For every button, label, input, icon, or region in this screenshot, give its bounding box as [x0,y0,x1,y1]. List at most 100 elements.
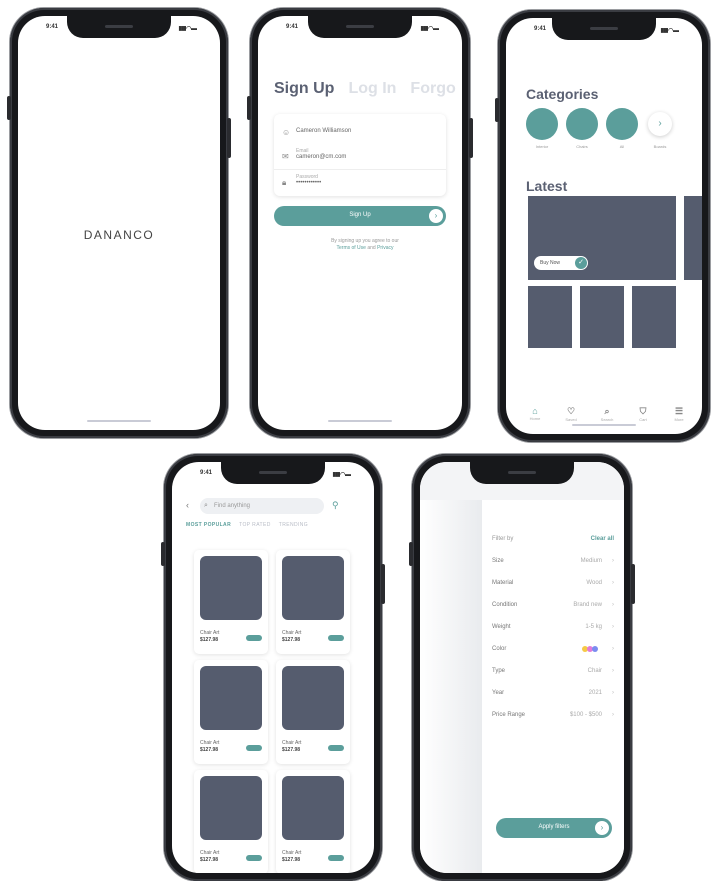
overlay-shade[interactable] [420,500,482,873]
terms-link[interactable]: Terms of Use [337,245,366,251]
nav-label: Saved [565,417,577,422]
filter-value: 1-5 kg [585,624,602,630]
filter-header: Filter by Clear all [492,536,614,542]
nav-home[interactable]: ⌂ Home [520,406,550,421]
add-to-cart-button[interactable] [246,635,262,641]
tab-top-rated[interactable]: TOP RATED [239,522,271,528]
nav-search[interactable]: ⌕ Search [592,406,622,422]
home-indicator [328,420,392,422]
filters-screen: Filter by Clear all Size Medium › Material… [420,462,624,873]
product-image [200,666,262,730]
home-icon: ⌂ [532,406,538,416]
tab-log-in[interactable]: Log In [348,80,396,97]
more-categories-button[interactable]: › [648,112,672,136]
terms-text: By signing up you agree to our Terms of … [288,238,442,252]
name-field[interactable]: ☺ Cameron Williamson [282,124,438,146]
search-icon: ⌕ [204,502,208,509]
category-chairs[interactable] [566,108,598,140]
nav-label: Cart [639,417,647,422]
signup-form-card: ☺ Cameron Williamson ✉ Email cameron@cm.… [274,114,446,196]
add-to-cart-button[interactable] [328,855,344,861]
product-image [282,666,344,730]
filter-row-material[interactable]: Material Wood › [492,580,614,590]
phone-signup: 9:41 ▮▮▮ ◠ ▬ Sign Up Log In Forgo ☺ Camero… [247,8,473,438]
privacy-link[interactable]: Privacy [377,245,393,251]
product-card[interactable]: Chair Art $127.98 [194,770,268,873]
splash-screen: 9:41 ▮▮▮ ◠ ▬ DANANCO [18,16,220,430]
color-swatches [582,646,598,654]
buy-now-chip[interactable]: Buy Now ✓ [534,256,588,270]
product-card[interactable]: Chair Art $127.98 [276,550,350,654]
product-card[interactable]: Chair Art $127.98 [276,770,350,873]
latest-item[interactable] [632,286,676,348]
add-to-cart-button[interactable] [246,745,262,751]
filter-row-condition[interactable]: Condition Brand new › [492,602,614,612]
tab-most-popular[interactable]: MOST POPULAR [186,522,231,528]
featured-banner-next[interactable] [684,196,702,280]
bottom-nav: ⌂ Home ♡ Saved ⌕ Search ⛉ Cart ☰ More [506,406,702,430]
filter-row-color[interactable]: Color › [492,646,614,656]
email-field[interactable]: ✉ Email cameron@cm.com [282,148,438,170]
phone-search: 9:41 ▮▮▮ ◠ ▬ ‹ ⌕ Find anything ⚲ MOST PO… [161,454,385,881]
product-name: Chair Art [200,630,220,636]
swatch-blue [592,646,598,652]
category-label: Interior [535,144,549,149]
phone-filters: Filter by Clear all Size Medium › Material… [409,454,635,881]
category-label: All [619,144,625,149]
status-time: 9:41 [286,24,299,30]
signal-icon: ▮▮▮ ◠ ▬ [660,28,680,34]
tab-trending[interactable]: TRENDING [279,522,308,528]
nav-saved[interactable]: ♡ Saved [556,406,586,422]
nav-cart[interactable]: ⛉ Cart [628,406,658,422]
filter-value: Brand new [573,602,602,608]
product-card[interactable]: Chair Art $127.98 [194,550,268,654]
chevron-right-icon: › [612,646,614,652]
signup-screen: 9:41 ▮▮▮ ◠ ▬ Sign Up Log In Forgo ☺ Camero… [258,16,462,430]
product-card[interactable]: Chair Art $127.98 [194,660,268,764]
filter-title: Filter by [492,536,514,542]
add-to-cart-button[interactable] [328,635,344,641]
heart-icon: ♡ [566,406,576,416]
back-icon[interactable]: ‹ [186,500,189,510]
add-to-cart-button[interactable] [246,855,262,861]
filter-row-size[interactable]: Size Medium › [492,558,614,568]
filter-label: Size [492,558,504,564]
email-value: cameron@cm.com [296,154,347,160]
filter-label: Price Range [492,712,526,718]
name-value: Cameron Williamson [296,128,352,134]
product-image [200,556,262,620]
filter-row-type[interactable]: Type Chair › [492,668,614,678]
product-price: $127.98 [200,747,219,753]
latest-item[interactable] [580,286,624,348]
mail-icon: ✉ [282,152,289,161]
password-field[interactable]: 🔒︎ Password •••••••••••• [282,174,438,196]
tab-sign-up[interactable]: Sign Up [274,80,334,97]
latest-item[interactable] [528,286,572,348]
filter-row-year[interactable]: Year 2021 › [492,690,614,700]
filter-row-price-range[interactable]: Price Range $100 - $500 › [492,712,614,722]
filter-row-weight[interactable]: Weight 1-5 kg › [492,624,614,634]
filter-value: 2021 [588,690,602,696]
filter-icon[interactable]: ⚲ [332,500,339,511]
clear-all-button[interactable]: Clear all [591,536,614,542]
auth-tabs: Sign Up Log In Forgo [274,80,462,98]
phone-home: 9:41 ▮▮▮ ◠ ▬ Categories › Interior Chair… [495,10,710,442]
category-label: Boards [653,144,667,149]
product-name: Chair Art [282,850,302,856]
sign-up-button[interactable]: Sign Up › [274,206,446,226]
search-input[interactable]: ⌕ Find anything [200,498,324,514]
category-label: Chairs [576,144,588,149]
category-all[interactable] [606,108,638,140]
tab-forgot[interactable]: Forgo [410,80,455,97]
product-card[interactable]: Chair Art $127.98 [276,660,350,764]
product-price: $127.98 [282,747,301,753]
divider [274,169,446,170]
home-indicator [87,420,151,422]
product-name: Chair Art [200,850,220,856]
category-interior[interactable] [526,108,558,140]
apply-filters-button[interactable]: Apply filters › [496,818,612,838]
chevron-right-icon: › [612,580,614,586]
chevron-right-icon: › [612,668,614,674]
nav-more[interactable]: ☰ More [664,406,694,422]
add-to-cart-button[interactable] [328,745,344,751]
